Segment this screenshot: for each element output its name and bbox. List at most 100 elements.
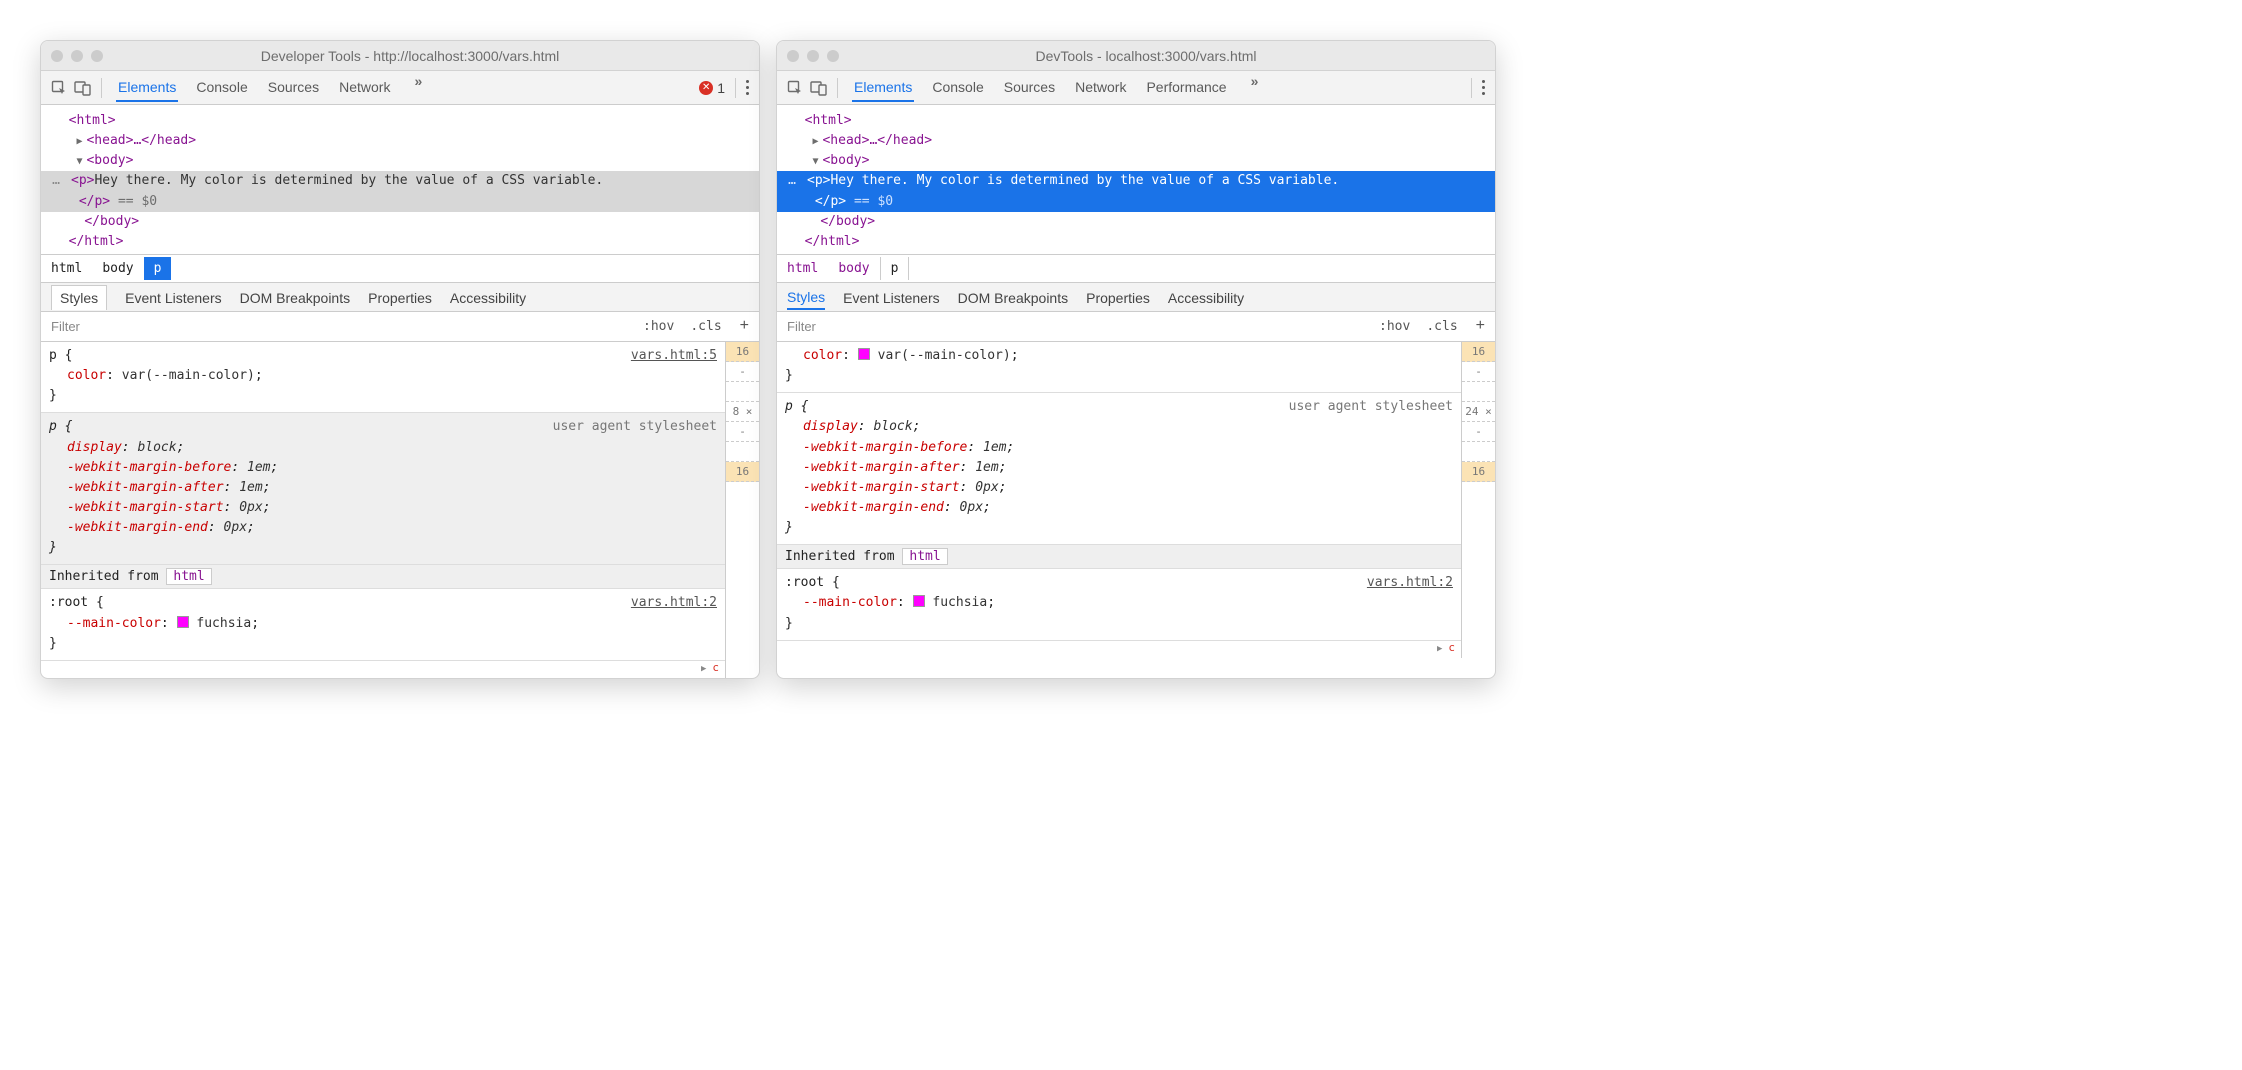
dom-node-body-close[interactable]: </body> xyxy=(41,212,759,232)
tab-console[interactable]: Console xyxy=(194,73,249,102)
subtab-properties[interactable]: Properties xyxy=(1086,285,1150,309)
style-rule-p-author[interactable]: vars.html:5 p { color: var(--main-color)… xyxy=(41,342,725,413)
filter-input[interactable]: Filter xyxy=(41,319,635,334)
hov-toggle[interactable]: :hov xyxy=(1371,319,1418,334)
box-model-ruler[interactable]: 16 - 8 × - 16 xyxy=(725,342,759,678)
subtab-styles[interactable]: Styles xyxy=(787,284,825,310)
crumb-html[interactable]: html xyxy=(41,257,92,280)
dom-tree[interactable]: <html> <head>…</head> <body> … <p>Hey th… xyxy=(777,105,1495,254)
prop-name[interactable]: color xyxy=(67,368,106,383)
dom-node-html-close[interactable]: </html> xyxy=(41,232,759,252)
styles-subtabs: Styles Event Listeners DOM Breakpoints P… xyxy=(41,282,759,312)
tab-sources[interactable]: Sources xyxy=(1002,73,1057,102)
inherited-tag-chip[interactable]: html xyxy=(902,548,947,565)
rule-selector[interactable]: p { xyxy=(49,346,717,366)
kebab-menu-icon[interactable] xyxy=(1478,76,1489,99)
expand-icon[interactable] xyxy=(76,131,86,151)
inspect-icon[interactable] xyxy=(47,76,71,100)
tab-network[interactable]: Network xyxy=(1073,73,1128,102)
titlebar[interactable]: Developer Tools - http://localhost:3000/… xyxy=(41,41,759,71)
crumb-p[interactable]: p xyxy=(880,257,910,280)
inherited-from-label: Inherited from html xyxy=(41,565,725,589)
hov-toggle[interactable]: :hov xyxy=(635,319,682,334)
rule-source-link[interactable]: vars.html:2 xyxy=(1367,573,1453,593)
tab-network[interactable]: Network xyxy=(337,73,392,102)
dom-node-head[interactable]: <head>…</head> xyxy=(41,131,759,151)
dom-node-html[interactable]: <html> xyxy=(41,111,759,131)
cls-toggle[interactable]: .cls xyxy=(1418,319,1465,334)
subtab-dom-breakpoints[interactable]: DOM Breakpoints xyxy=(958,285,1068,309)
styles-panel: vars.html:5 p { color: var(--main-color)… xyxy=(41,342,759,678)
tab-elements[interactable]: Elements xyxy=(116,73,178,102)
style-rule-p-useragent[interactable]: user agent stylesheet p { display: block… xyxy=(41,413,725,565)
prop-value[interactable]: var(--main-color) xyxy=(122,368,255,383)
style-rule-p-useragent[interactable]: user agent stylesheet p { display: block… xyxy=(777,393,1461,545)
collapse-icon[interactable] xyxy=(76,151,86,171)
dom-node-head[interactable]: <head>…</head> xyxy=(777,131,1495,151)
rule-source-link[interactable]: vars.html:5 xyxy=(631,346,717,366)
tab-performance[interactable]: Performance xyxy=(1144,73,1228,102)
expand-icon[interactable] xyxy=(812,131,822,151)
crumb-body[interactable]: body xyxy=(828,257,879,280)
styles-filter-bar: Filter :hov .cls + xyxy=(41,312,759,342)
zoom-icon[interactable] xyxy=(827,50,839,62)
rule-selector[interactable]: :root { xyxy=(49,593,717,613)
window-traffic-lights[interactable] xyxy=(787,50,839,62)
crumb-html[interactable]: html xyxy=(777,257,828,280)
separator xyxy=(1471,78,1472,98)
subtab-event-listeners[interactable]: Event Listeners xyxy=(125,285,222,309)
zoom-icon[interactable] xyxy=(91,50,103,62)
subtab-styles[interactable]: Styles xyxy=(51,285,107,310)
add-rule-button[interactable]: + xyxy=(730,317,759,335)
tabs-overflow-icon[interactable]: » xyxy=(414,73,422,102)
collapse-icon[interactable] xyxy=(812,151,822,171)
window-title: Developer Tools - http://localhost:3000/… xyxy=(113,48,749,64)
filter-input[interactable]: Filter xyxy=(777,319,1371,334)
breadcrumb-bar: html body p xyxy=(777,254,1495,282)
tab-console[interactable]: Console xyxy=(930,73,985,102)
close-icon[interactable] xyxy=(51,50,63,62)
dom-node-p-selected[interactable]: … <p>Hey there. My color is determined b… xyxy=(41,171,759,211)
error-count: 1 xyxy=(717,80,725,96)
cls-toggle[interactable]: .cls xyxy=(682,319,729,334)
subtab-dom-breakpoints[interactable]: DOM Breakpoints xyxy=(240,285,350,309)
dom-node-body[interactable]: <body> xyxy=(777,151,1495,171)
drawer-hint: c xyxy=(777,641,1461,658)
color-swatch-icon[interactable] xyxy=(177,616,189,628)
box-model-ruler[interactable]: 16 - 24 × - 16 xyxy=(1461,342,1495,658)
dom-node-html[interactable]: <html> xyxy=(777,111,1495,131)
tab-elements[interactable]: Elements xyxy=(852,73,914,102)
kebab-menu-icon[interactable] xyxy=(742,76,753,99)
dom-node-html-close[interactable]: </html> xyxy=(777,232,1495,252)
subtab-accessibility[interactable]: Accessibility xyxy=(450,285,526,309)
dom-node-body[interactable]: <body> xyxy=(41,151,759,171)
inspect-icon[interactable] xyxy=(783,76,807,100)
style-rule-root[interactable]: vars.html:2 :root { --main-color: fuchsi… xyxy=(41,589,725,660)
error-count-badge[interactable]: ✕ 1 xyxy=(699,80,725,96)
titlebar[interactable]: DevTools - localhost:3000/vars.html xyxy=(777,41,1495,71)
color-swatch-icon[interactable] xyxy=(913,595,925,607)
subtab-event-listeners[interactable]: Event Listeners xyxy=(843,285,940,309)
style-rule-p-author[interactable]: color: var(--main-color); } xyxy=(777,342,1461,393)
tab-sources[interactable]: Sources xyxy=(266,73,321,102)
styles-panel: color: var(--main-color); } user agent s… xyxy=(777,342,1495,658)
minimize-icon[interactable] xyxy=(71,50,83,62)
dom-node-p-selected[interactable]: … <p>Hey there. My color is determined b… xyxy=(777,171,1495,211)
close-icon[interactable] xyxy=(787,50,799,62)
window-traffic-lights[interactable] xyxy=(51,50,103,62)
style-rule-root[interactable]: vars.html:2 :root { --main-color: fuchsi… xyxy=(777,569,1461,640)
subtab-accessibility[interactable]: Accessibility xyxy=(1168,285,1244,309)
tabs-overflow-icon[interactable]: » xyxy=(1251,73,1259,102)
rule-source-link[interactable]: vars.html:2 xyxy=(631,593,717,613)
add-rule-button[interactable]: + xyxy=(1466,317,1495,335)
dom-node-body-close[interactable]: </body> xyxy=(777,212,1495,232)
inherited-tag-chip[interactable]: html xyxy=(166,568,211,585)
dom-tree[interactable]: <html> <head>…</head> <body> … <p>Hey th… xyxy=(41,105,759,254)
crumb-body[interactable]: body xyxy=(92,257,143,280)
minimize-icon[interactable] xyxy=(807,50,819,62)
subtab-properties[interactable]: Properties xyxy=(368,285,432,309)
color-swatch-icon[interactable] xyxy=(858,348,870,360)
device-toggle-icon[interactable] xyxy=(807,76,831,100)
device-toggle-icon[interactable] xyxy=(71,76,95,100)
crumb-p[interactable]: p xyxy=(144,257,172,280)
